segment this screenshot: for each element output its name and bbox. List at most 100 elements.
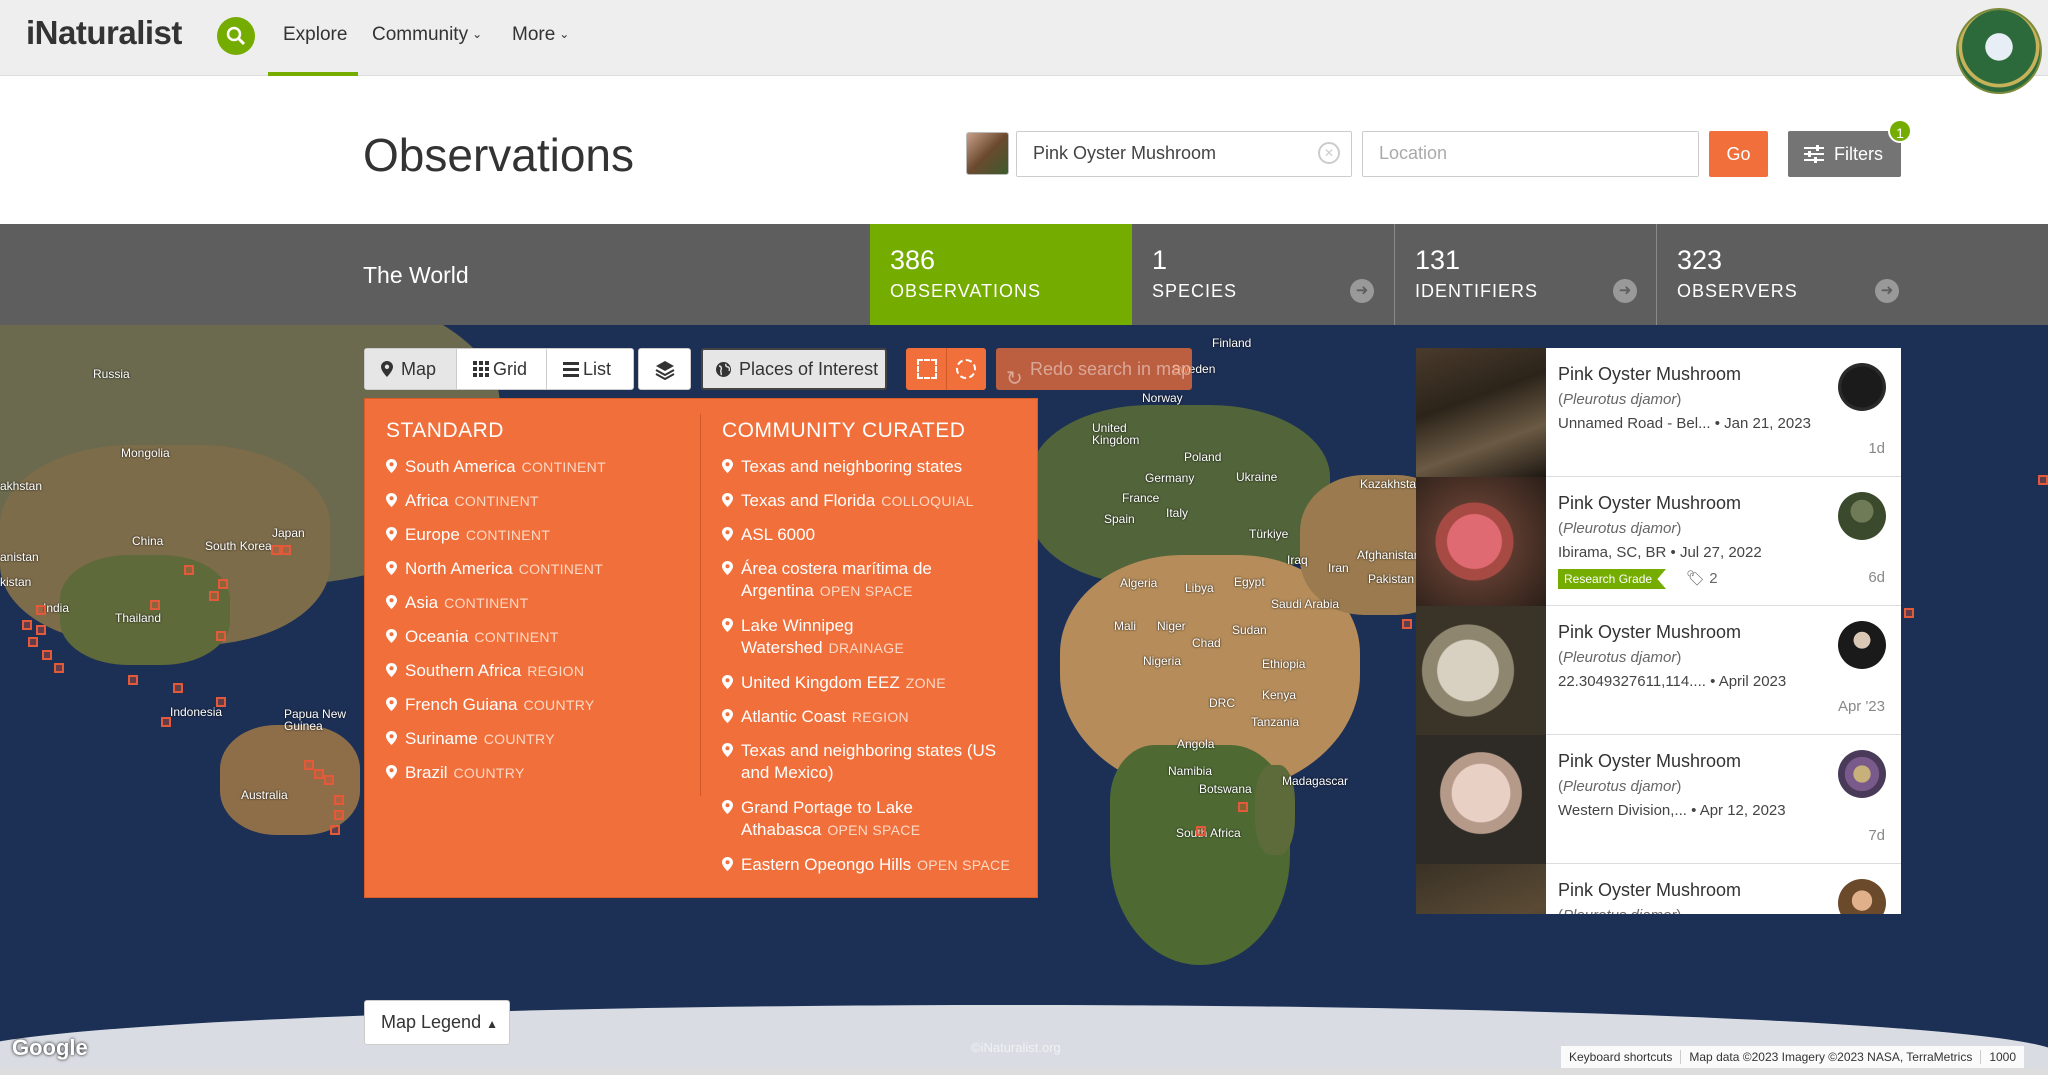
observation-marker[interactable]	[54, 663, 64, 673]
place-item[interactable]: North America CONTINENT	[386, 558, 603, 580]
place-item[interactable]: South America CONTINENT	[386, 456, 606, 478]
observation-title[interactable]: Pink Oyster Mushroom	[1558, 364, 1741, 385]
observation-marker[interactable]	[216, 631, 226, 641]
place-item[interactable]: Texas and neighboring states (US and Mexi…	[722, 740, 996, 784]
place-item[interactable]: ASL 6000	[722, 524, 815, 546]
observer-avatar[interactable]	[1838, 750, 1886, 798]
place-item[interactable]: Eastern Opeongo Hills OPEN SPACE	[722, 854, 1010, 876]
observation-marker[interactable]	[173, 683, 183, 693]
observation-marker[interactable]	[28, 637, 38, 647]
observation-title[interactable]: Pink Oyster Mushroom	[1558, 493, 1741, 514]
observation-marker[interactable]	[209, 591, 219, 601]
layers-button[interactable]	[638, 348, 691, 390]
search-icon[interactable]	[217, 17, 255, 55]
observation-photo[interactable]	[1416, 735, 1546, 864]
observation-card[interactable]: Pink Oyster Mushroom (Pleurotus djamor)	[1416, 864, 1901, 914]
tab-observations[interactable]: 386 OBSERVATIONS	[870, 224, 1132, 325]
place-item[interactable]: Europe CONTINENT	[386, 524, 550, 546]
observation-card[interactable]: Pink Oyster Mushroom (Pleurotus djamor) Un…	[1416, 348, 1901, 477]
place-item[interactable]: Suriname COUNTRY	[386, 728, 555, 750]
place-item[interactable]: Grand Portage to Lake Athabasca OPEN SPACE	[722, 797, 920, 841]
standard-heading: STANDARD	[386, 419, 504, 442]
observation-title[interactable]: Pink Oyster Mushroom	[1558, 751, 1741, 772]
observation-marker[interactable]	[128, 675, 138, 685]
place-item[interactable]: French Guiana COUNTRY	[386, 694, 595, 716]
nav-explore[interactable]: Explore	[283, 24, 347, 46]
list-view-button[interactable]: List	[547, 349, 631, 389]
observation-marker[interactable]	[330, 825, 340, 835]
observation-marker[interactable]	[304, 760, 314, 770]
place-item[interactable]: United Kingdom EEZ ZONE	[722, 672, 946, 694]
observer-avatar[interactable]	[1838, 492, 1886, 540]
redo-search-button[interactable]: ↻ Redo search in map	[996, 348, 1192, 390]
grid-view-button[interactable]: Grid	[457, 349, 547, 389]
map-legend-button[interactable]: Map Legend ▲	[364, 1000, 510, 1045]
observation-marker[interactable]	[314, 769, 324, 779]
observation-photo[interactable]	[1416, 864, 1546, 914]
observation-marker[interactable]	[36, 605, 46, 615]
taxon-search-input[interactable]: Pink Oyster Mushroom	[1016, 131, 1352, 177]
observation-marker[interactable]	[1402, 619, 1412, 629]
keyboard-shortcuts-link[interactable]: Keyboard shortcuts	[1561, 1050, 1682, 1064]
identifiers-label: IDENTIFIERS	[1415, 281, 1539, 301]
observer-avatar[interactable]	[1838, 879, 1886, 914]
observation-photo[interactable]	[1416, 348, 1546, 477]
map-label: Mali	[1114, 619, 1137, 633]
observation-marker[interactable]	[281, 545, 291, 555]
place-item[interactable]: Oceania CONTINENT	[386, 626, 559, 648]
observer-avatar[interactable]	[1838, 621, 1886, 669]
place-item[interactable]: Lake Winnipeg Watershed DRAINAGE	[722, 615, 904, 659]
location-input[interactable]: Location	[1362, 131, 1699, 177]
place-item[interactable]: Atlantic Coast REGION	[722, 706, 909, 728]
filters-button[interactable]: Filters	[1788, 131, 1901, 177]
tab-species[interactable]: 1 SPECIES ➜	[1132, 224, 1394, 325]
place-item[interactable]: Africa CONTINENT	[386, 490, 539, 512]
observation-photo[interactable]	[1416, 606, 1546, 735]
tab-identifiers[interactable]: 131 IDENTIFIERS ➜	[1394, 224, 1656, 325]
observation-card[interactable]: Pink Oyster Mushroom (Pleurotus djamor) Ib…	[1416, 477, 1901, 606]
map-view-button[interactable]: Map	[365, 349, 457, 389]
observation-marker[interactable]	[218, 579, 228, 589]
observation-card[interactable]: Pink Oyster Mushroom (Pleurotus djamor) 22…	[1416, 606, 1901, 735]
observation-marker[interactable]	[36, 625, 46, 635]
observation-marker[interactable]	[324, 775, 334, 785]
nav-community[interactable]: Community ⌄	[372, 24, 482, 46]
clear-icon[interactable]: ✕	[1318, 142, 1340, 164]
map-pin-icon	[386, 595, 397, 609]
observation-marker[interactable]	[271, 545, 281, 555]
draw-rectangle-icon[interactable]	[917, 359, 937, 379]
observation-marker[interactable]	[334, 810, 344, 820]
nav-more[interactable]: More ⌄	[512, 24, 569, 46]
observation-photo[interactable]	[1416, 477, 1546, 606]
user-avatar[interactable]	[1956, 8, 2042, 94]
place-item[interactable]: Texas and neighboring states	[722, 456, 962, 478]
place-item[interactable]: Southern Africa REGION	[386, 660, 584, 682]
observation-card[interactable]: Pink Oyster Mushroom (Pleurotus djamor) We…	[1416, 735, 1901, 864]
observer-avatar[interactable]	[1838, 363, 1886, 411]
map-pin-icon	[386, 765, 397, 779]
observation-marker[interactable]	[334, 795, 344, 805]
page-title: Observations	[363, 129, 635, 181]
observation-marker[interactable]	[184, 565, 194, 575]
observation-title[interactable]: Pink Oyster Mushroom	[1558, 622, 1741, 643]
place-item[interactable]: Asia CONTINENT	[386, 592, 528, 614]
go-button[interactable]: Go	[1709, 131, 1768, 177]
observation-marker[interactable]	[22, 620, 32, 630]
draw-circle-icon[interactable]	[956, 359, 976, 379]
observation-marker[interactable]	[1196, 826, 1206, 836]
tab-observers[interactable]: 323 OBSERVERS ➜	[1656, 224, 1918, 325]
observation-marker[interactable]	[161, 717, 171, 727]
places-of-interest-button[interactable]: Places of Interest	[701, 348, 887, 390]
place-item[interactable]: Brazil COUNTRY	[386, 762, 525, 784]
observation-marker[interactable]	[42, 650, 52, 660]
observation-marker[interactable]	[216, 697, 226, 707]
observation-marker[interactable]	[1238, 802, 1248, 812]
place-item[interactable]: Texas and Florida COLLOQUIAL	[722, 490, 974, 512]
observation-title[interactable]: Pink Oyster Mushroom	[1558, 880, 1741, 901]
observation-marker[interactable]	[2038, 475, 2048, 485]
observation-marker[interactable]	[150, 600, 160, 610]
observation-marker[interactable]	[1904, 608, 1914, 618]
inaturalist-logo[interactable]: iNaturalist	[26, 14, 182, 52]
map-data-attribution[interactable]: Map data ©2023 Imagery ©2023 NASA, Terra…	[1681, 1050, 1982, 1064]
place-item[interactable]: Área costera marítima de Argentina OPEN SP…	[722, 558, 932, 602]
